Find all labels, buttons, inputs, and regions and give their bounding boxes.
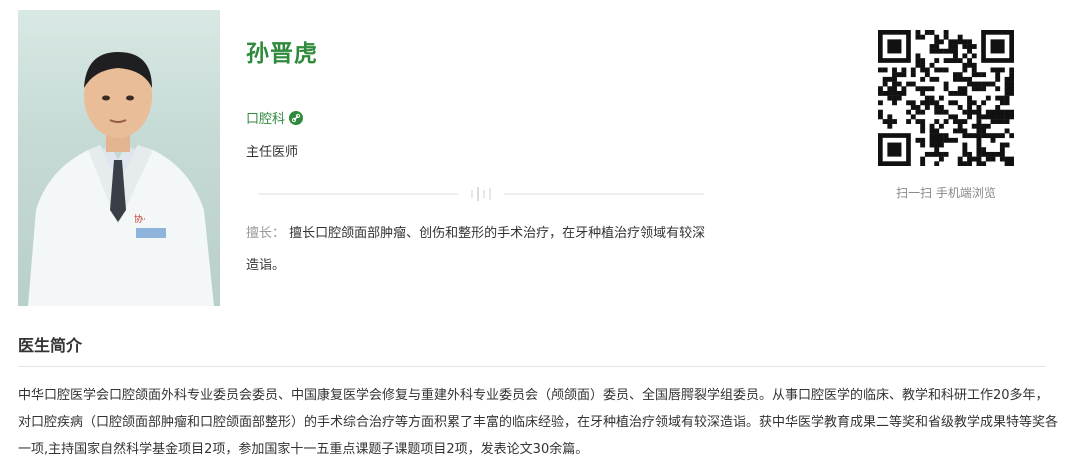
doctor-name: 孙晋虎 (246, 41, 318, 67)
qr-caption: 扫一扫 手机端浏览 (896, 186, 996, 200)
qr-code-icon (878, 30, 1015, 167)
doctor-bio: 中华口腔医学会口腔颌面外科专业委员会委员、中国康复医学会修复与重建外科专业委员会… (18, 388, 1059, 457)
section-divider (18, 366, 1046, 367)
svg-text:协·: 协· (134, 213, 146, 225)
decorative-divider (258, 186, 704, 201)
department-label: 口腔科 (246, 112, 286, 127)
specialty-label: 擅长： (246, 226, 286, 241)
section-heading-intro: 医生简介 (18, 336, 83, 355)
link-icon[interactable] (289, 110, 304, 125)
doctor-title: 主任医师 (246, 145, 299, 160)
department-link[interactable]: 口腔科 (246, 108, 304, 127)
specialty: 擅长： 擅长口腔颌面部肿瘤、创伤和整形的手术治疗，在牙种植治疗领域有较深造诣。 (246, 218, 716, 282)
doctor-photo: 协· (18, 10, 220, 306)
specialty-text: 擅长口腔颌面部肿瘤、创伤和整形的手术治疗，在牙种植治疗领域有较深造诣。 (246, 226, 706, 273)
